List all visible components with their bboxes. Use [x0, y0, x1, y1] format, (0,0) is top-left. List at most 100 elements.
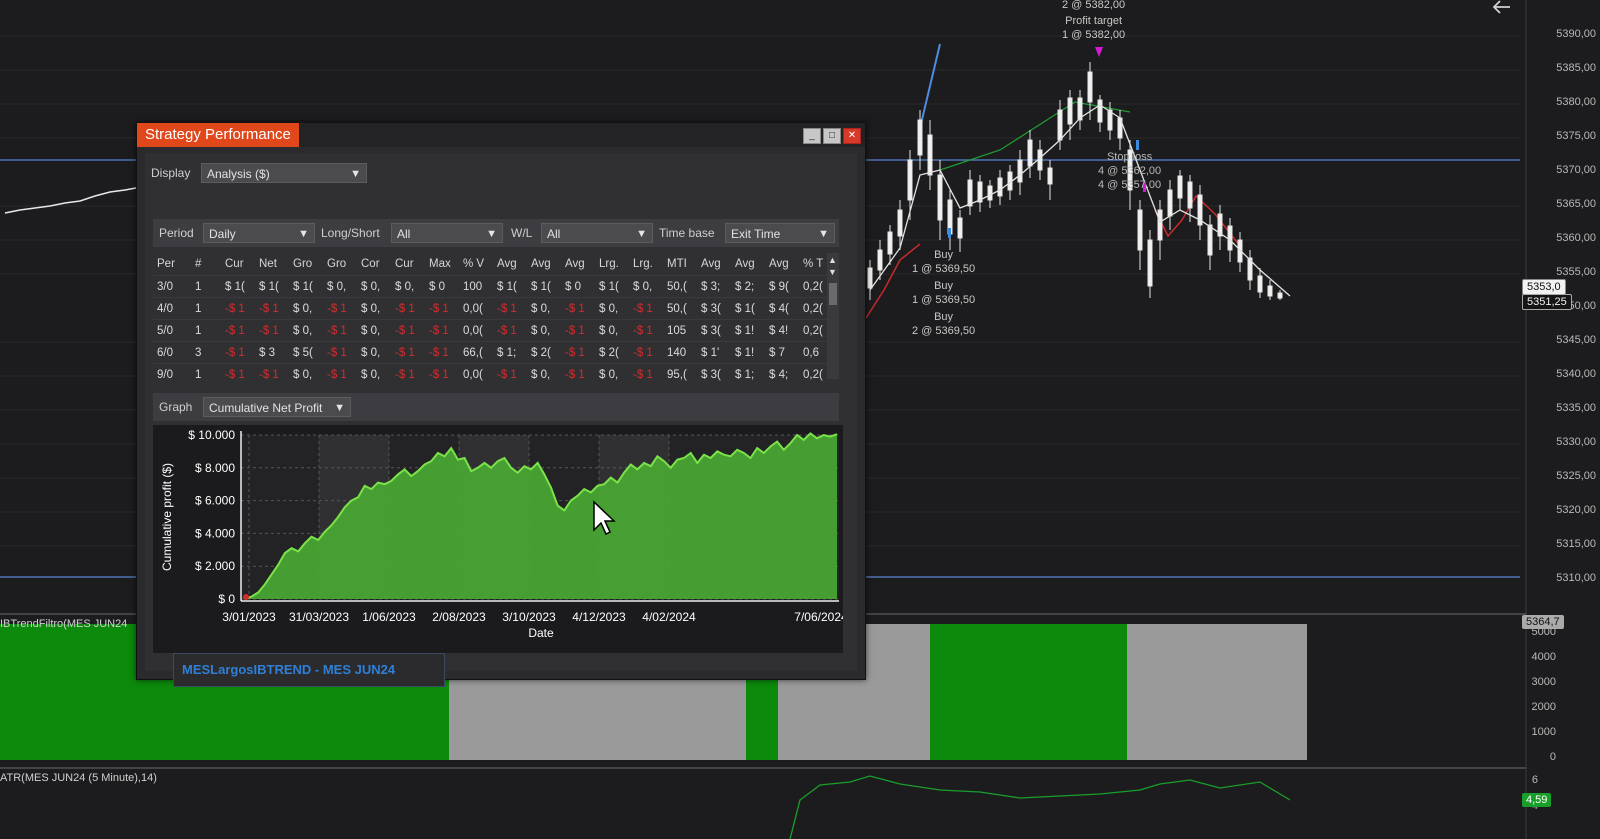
- x-tick-label: 4/02/2024: [642, 610, 696, 624]
- table-cell: 1: [191, 297, 221, 320]
- price-axis-label: 5360,00: [1556, 232, 1596, 244]
- table-cell: $ 0,: [595, 297, 629, 320]
- trend-pane-bar: [930, 624, 1127, 760]
- scroll-up-icon[interactable]: ▲: [828, 255, 837, 265]
- table-cell: -$ 1: [425, 341, 459, 364]
- column-header[interactable]: Lrg.: [595, 253, 629, 276]
- close-button[interactable]: ✕: [843, 128, 861, 144]
- entry-marker-icon: [948, 228, 951, 238]
- price-axis-label: 5315,00: [1556, 538, 1596, 550]
- table-row[interactable]: 9/0 1 -$ 1 -$ 1 $ 0, -$ 1 $ 0, -$ 1 -$ 1 0,0(-$ 1…: [153, 363, 833, 385]
- price-axis-label: 5345,00: [1556, 334, 1596, 346]
- trade-label-partial: 2 @ 5382,00: [1062, 0, 1126, 11]
- table-cell: -$ 1: [493, 319, 527, 342]
- column-header[interactable]: Avg: [731, 253, 765, 276]
- table-cell: $ 0,: [527, 319, 561, 342]
- table-cell: -$ 1: [493, 297, 527, 320]
- table-cell: $ 1': [697, 341, 731, 364]
- column-header[interactable]: Avg: [765, 253, 799, 276]
- table-cell: -$ 1: [425, 297, 459, 320]
- chevron-down-icon: ▼: [334, 402, 345, 414]
- current-price-box: 5351,25: [1522, 294, 1572, 310]
- table-cell: $ 1!: [731, 341, 765, 364]
- column-header[interactable]: Avg: [527, 253, 561, 276]
- wl-dropdown[interactable]: All ▼: [541, 223, 653, 243]
- table-cell: -$ 1: [391, 319, 425, 342]
- scroll-down-icon[interactable]: ▼: [828, 267, 837, 277]
- column-header[interactable]: Net: [255, 253, 289, 276]
- table-row[interactable]: 6/0 3 -$ 1 $ 3 $ 5(-$ 1 $ 0, -$ 1 -$ 1 66,($ 1; $…: [153, 341, 833, 364]
- longshort-dropdown[interactable]: All ▼: [391, 223, 503, 243]
- column-header[interactable]: Cur: [221, 253, 255, 276]
- table-cell: $ 1(: [595, 275, 629, 298]
- column-header[interactable]: Gro: [289, 253, 323, 276]
- table-cell: 3: [191, 341, 221, 364]
- x-tick-label: 7/06/2024: [794, 610, 843, 624]
- table-cell: -$ 1: [629, 363, 663, 385]
- table-cell: 1: [191, 319, 221, 342]
- window-content: Display Analysis ($) ▼ Period Daily ▼ Long…: [145, 153, 857, 687]
- column-header[interactable]: Avg: [493, 253, 527, 276]
- table-cell: -$ 1: [391, 363, 425, 385]
- price-axis-label: 5340,00: [1556, 368, 1596, 380]
- table-scrollbar[interactable]: ▲ ▼: [827, 253, 839, 379]
- graph-dropdown[interactable]: Cumulative Net Profit ▼: [203, 397, 351, 417]
- column-header[interactable]: #: [191, 253, 221, 276]
- table-cell: $ 5(: [289, 341, 323, 364]
- column-header[interactable]: Avg: [697, 253, 731, 276]
- maximize-button[interactable]: □: [823, 128, 841, 144]
- table-cell: $ 4;: [765, 363, 799, 385]
- display-dropdown[interactable]: Analysis ($) ▼: [201, 163, 367, 183]
- wl-label: W/L: [511, 226, 533, 240]
- column-header[interactable]: Cur: [391, 253, 425, 276]
- price-axis-label: 5380,00: [1556, 96, 1596, 108]
- table-row[interactable]: 3/0 1 $ 1($ 1($ 1($ 0, $ 0, $ 0, $ 0 100 $ 1($ …: [153, 275, 833, 298]
- stop-loss-label: Stop loss 4 @ 5362,00 4 @ 5357,00: [1098, 151, 1162, 191]
- table-cell: -$ 1: [221, 319, 255, 342]
- table-cell: 5/0: [153, 319, 191, 342]
- strategy-performance-window[interactable]: Strategy Performance _ □ ✕ Display Analy…: [136, 122, 866, 687]
- table-cell: $ 1(: [289, 275, 323, 298]
- timebase-dropdown[interactable]: Exit Time ▼: [725, 223, 835, 243]
- table-cell: $ 2;: [731, 275, 765, 298]
- cumulative-profit-chart[interactable]: $ 0 $ 2.000 $ 4.000 $ 6.000 $ 8.000 $ 10.000 3…: [153, 425, 843, 653]
- column-header[interactable]: Avg: [561, 253, 595, 276]
- chevron-down-icon: ▼: [636, 228, 647, 240]
- column-header[interactable]: Cor: [357, 253, 391, 276]
- column-header[interactable]: Gro: [323, 253, 357, 276]
- column-header[interactable]: % V: [459, 253, 493, 276]
- table-cell: -$ 1: [425, 319, 459, 342]
- table-cell: $ 0,: [357, 275, 391, 298]
- window-titlebar[interactable]: Strategy Performance _ □ ✕: [137, 123, 865, 147]
- table-cell: $ 0,: [357, 363, 391, 385]
- table-cell: 66,(: [459, 341, 493, 364]
- column-header[interactable]: MTI: [663, 253, 697, 276]
- table-cell: $ 0,: [391, 275, 425, 298]
- table-cell: -$ 1: [255, 363, 289, 385]
- column-header[interactable]: Per: [153, 253, 191, 276]
- table-cell: -$ 1: [323, 297, 357, 320]
- performance-table[interactable]: Per # Cur Net Gro Gro Cor Cur Max% V Avg Avg Avg Lrg…: [153, 253, 833, 385]
- table-cell: $ 0,: [527, 363, 561, 385]
- table-row[interactable]: 4/0 1 -$ 1 -$ 1 $ 0, -$ 1 $ 0, -$ 1 -$ 1 0,0(-$ 1…: [153, 297, 833, 320]
- table-row[interactable]: 5/0 1 -$ 1 -$ 1 $ 0, -$ 1 $ 0, -$ 1 -$ 1 0,0(-$ 1…: [153, 319, 833, 342]
- table-cell: -$ 1: [255, 297, 289, 320]
- strategy-tab[interactable]: MESLargosIBTREND - MES JUN24: [173, 653, 445, 687]
- scroll-thumb[interactable]: [829, 283, 837, 305]
- graph-value: Cumulative Net Profit: [209, 401, 323, 415]
- table-cell: 105: [663, 319, 697, 342]
- table-cell: $ 0: [561, 275, 595, 298]
- buy-label-2: Buy 1 @ 5369,50: [912, 280, 976, 306]
- table-cell: -$ 1: [561, 341, 595, 364]
- table-cell: 9/0: [153, 363, 191, 385]
- trend-axis-label: 2000: [1531, 701, 1556, 713]
- table-cell: 1: [191, 275, 221, 298]
- x-tick-label: 3/01/2023: [222, 610, 276, 624]
- table-cell: -$ 1: [425, 363, 459, 385]
- trend-axis-label: 0: [1549, 751, 1556, 763]
- period-dropdown[interactable]: Daily ▼: [203, 223, 315, 243]
- column-header[interactable]: Max: [425, 253, 459, 276]
- column-header[interactable]: Lrg.: [629, 253, 663, 276]
- table-cell: $ 0,: [357, 319, 391, 342]
- minimize-button[interactable]: _: [803, 128, 821, 144]
